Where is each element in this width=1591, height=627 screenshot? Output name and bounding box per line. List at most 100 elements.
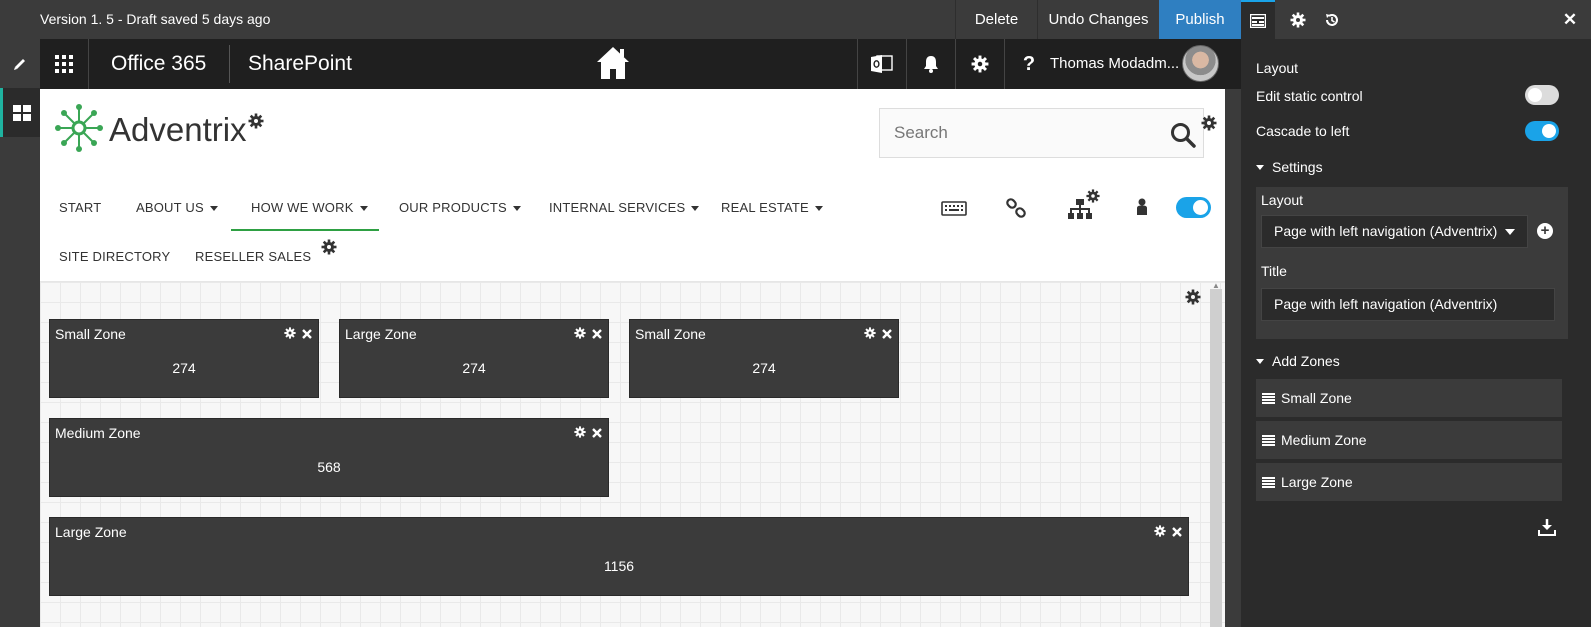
layout-settings-panel: Layout Edit static control Cascade to le… bbox=[1241, 39, 1591, 627]
layout-field-label: Layout bbox=[1261, 192, 1304, 208]
zone-settings-gear-icon[interactable] bbox=[1154, 524, 1166, 542]
keyboard-icon[interactable] bbox=[941, 197, 967, 224]
add-zones-section-header[interactable]: Add Zones bbox=[1256, 353, 1340, 369]
undo-changes-button[interactable]: Undo Changes bbox=[1037, 0, 1159, 39]
layout-panel-tab[interactable] bbox=[1241, 0, 1275, 39]
nav-item-start[interactable]: START bbox=[59, 200, 101, 215]
nav-settings-gear-icon[interactable] bbox=[321, 239, 337, 260]
collapse-triangle-icon bbox=[1256, 358, 1264, 364]
add-zone-label: Medium Zone bbox=[1281, 432, 1367, 448]
layout-select[interactable]: Page with left navigation (Adventrix) bbox=[1261, 215, 1528, 248]
cascade-to-left-label: Cascade to left bbox=[1256, 123, 1350, 139]
vertical-scrollbar[interactable] bbox=[1210, 289, 1222, 627]
chevron-down-icon bbox=[209, 206, 218, 212]
app-launcher-icon[interactable] bbox=[40, 39, 89, 89]
layout-mode-button[interactable] bbox=[0, 88, 40, 137]
nav-item-about-us[interactable]: ABOUT US bbox=[136, 200, 218, 215]
page-toggle-switch[interactable] bbox=[1176, 197, 1211, 218]
nav-item-site-directory[interactable]: SITE DIRECTORY bbox=[59, 249, 170, 264]
zone-settings-gear-icon[interactable] bbox=[284, 326, 296, 344]
add-large-zone-button[interactable]: Large Zone bbox=[1256, 463, 1562, 501]
pencil-icon bbox=[14, 58, 25, 70]
nav-item-how-we-work[interactable]: HOW WE WORK bbox=[251, 200, 368, 215]
chevron-down-icon bbox=[359, 206, 368, 212]
delete-button[interactable]: Delete bbox=[955, 0, 1037, 39]
office365-link[interactable]: Office 365 bbox=[111, 39, 206, 89]
zone-block[interactable]: Small Zone 274 bbox=[629, 319, 899, 398]
zone-block[interactable]: Large Zone 1156 bbox=[49, 517, 1189, 596]
add-small-zone-button[interactable]: Small Zone bbox=[1256, 379, 1562, 417]
download-icon[interactable] bbox=[1538, 518, 1556, 541]
zone-block[interactable]: Medium Zone 568 bbox=[49, 418, 609, 497]
nav-item-reseller-sales[interactable]: RESELLER SALES bbox=[195, 249, 311, 264]
sharepoint-link[interactable]: SharePoint bbox=[248, 39, 352, 89]
home-icon[interactable] bbox=[595, 45, 631, 86]
add-layout-plus-icon[interactable]: + bbox=[1537, 223, 1553, 239]
gear-icon bbox=[1290, 12, 1306, 27]
zone-list-icon bbox=[1262, 434, 1275, 446]
settings-section-header[interactable]: Settings bbox=[1256, 159, 1323, 175]
zone-title: Small Zone bbox=[635, 326, 706, 342]
edit-static-control-toggle[interactable] bbox=[1525, 85, 1559, 105]
zone-settings-gear-icon[interactable] bbox=[574, 326, 586, 344]
version-status: Version 1. 5 - Draft saved 5 days ago bbox=[40, 11, 271, 27]
add-zone-label: Large Zone bbox=[1281, 474, 1353, 490]
collapse-triangle-icon bbox=[1256, 164, 1264, 170]
site-search-box[interactable]: Search bbox=[879, 108, 1204, 158]
help-icon[interactable]: ? bbox=[1004, 39, 1053, 89]
zone-remove-close-icon[interactable] bbox=[302, 326, 312, 344]
nav-item-internal-services[interactable]: INTERNAL SERVICES bbox=[549, 200, 700, 215]
title-input[interactable]: Page with left navigation (Adventrix) bbox=[1261, 288, 1555, 321]
title-field-label: Title bbox=[1261, 263, 1287, 279]
edit-static-control-label: Edit static control bbox=[1256, 88, 1363, 104]
zone-list-icon bbox=[1262, 392, 1275, 404]
person-icon[interactable] bbox=[1136, 197, 1148, 222]
zone-width-value: 274 bbox=[462, 360, 486, 376]
add-zones-heading: Add Zones bbox=[1272, 353, 1340, 369]
zone-remove-close-icon[interactable] bbox=[592, 326, 602, 344]
zone-width-value: 1156 bbox=[603, 558, 635, 574]
add-zone-label: Small Zone bbox=[1281, 390, 1352, 406]
zone-settings-gear-icon[interactable] bbox=[864, 326, 876, 344]
zone-remove-close-icon[interactable] bbox=[1172, 524, 1182, 542]
zone-width-value: 274 bbox=[172, 360, 196, 376]
search-icon[interactable] bbox=[1170, 122, 1196, 153]
publish-button[interactable]: Publish bbox=[1159, 0, 1241, 39]
bell-icon[interactable] bbox=[906, 39, 955, 89]
site-title[interactable]: Adventrix bbox=[109, 111, 247, 149]
history-icon bbox=[1326, 13, 1338, 26]
zone-block[interactable]: Small Zone 274 bbox=[49, 319, 319, 398]
search-settings-gear-icon[interactable] bbox=[1201, 115, 1217, 136]
outlook-icon[interactable] bbox=[857, 39, 906, 89]
zone-remove-close-icon[interactable] bbox=[592, 425, 602, 443]
zone-settings-gear-icon[interactable] bbox=[574, 425, 586, 443]
zone-width-value: 568 bbox=[317, 459, 341, 475]
nav-item-real-estate[interactable]: REAL ESTATE bbox=[721, 200, 823, 215]
zone-title: Small Zone bbox=[55, 326, 126, 342]
add-medium-zone-button[interactable]: Medium Zone bbox=[1256, 421, 1562, 459]
zone-area-settings-gear-icon[interactable] bbox=[1185, 289, 1201, 310]
zone-title: Large Zone bbox=[55, 524, 127, 540]
edit-mode-button[interactable] bbox=[0, 39, 40, 88]
layout-select-value: Page with left navigation (Adventrix) bbox=[1274, 223, 1498, 239]
cascade-to-left-toggle[interactable] bbox=[1525, 121, 1559, 141]
tools-settings-gear-icon[interactable] bbox=[1086, 189, 1100, 208]
history-panel-tab[interactable] bbox=[1315, 0, 1349, 39]
link-icon[interactable] bbox=[1004, 197, 1028, 226]
page-canvas: Adventrix Search START ABOUT US HOW WE W… bbox=[40, 89, 1225, 627]
avatar[interactable] bbox=[1182, 45, 1219, 82]
layout-grid-icon bbox=[1250, 13, 1266, 28]
zone-width-value: 274 bbox=[752, 360, 776, 376]
active-nav-indicator bbox=[231, 229, 379, 231]
zone-remove-close-icon[interactable] bbox=[882, 326, 892, 344]
title-settings-gear-icon[interactable] bbox=[248, 113, 264, 134]
zone-block[interactable]: Large Zone 274 bbox=[339, 319, 609, 398]
settings-panel-tab[interactable] bbox=[1281, 0, 1315, 39]
suite-bar: Office 365 SharePoint ? Thomas Modadm... bbox=[40, 39, 1241, 89]
nav-item-our-products[interactable]: OUR PRODUCTS bbox=[399, 200, 521, 215]
search-input[interactable]: Search bbox=[894, 123, 948, 143]
gear-icon[interactable] bbox=[955, 39, 1004, 89]
close-icon[interactable]: ✕ bbox=[1555, 0, 1585, 39]
user-name[interactable]: Thomas Modadm... bbox=[1050, 39, 1179, 89]
chevron-down-icon bbox=[512, 206, 521, 212]
